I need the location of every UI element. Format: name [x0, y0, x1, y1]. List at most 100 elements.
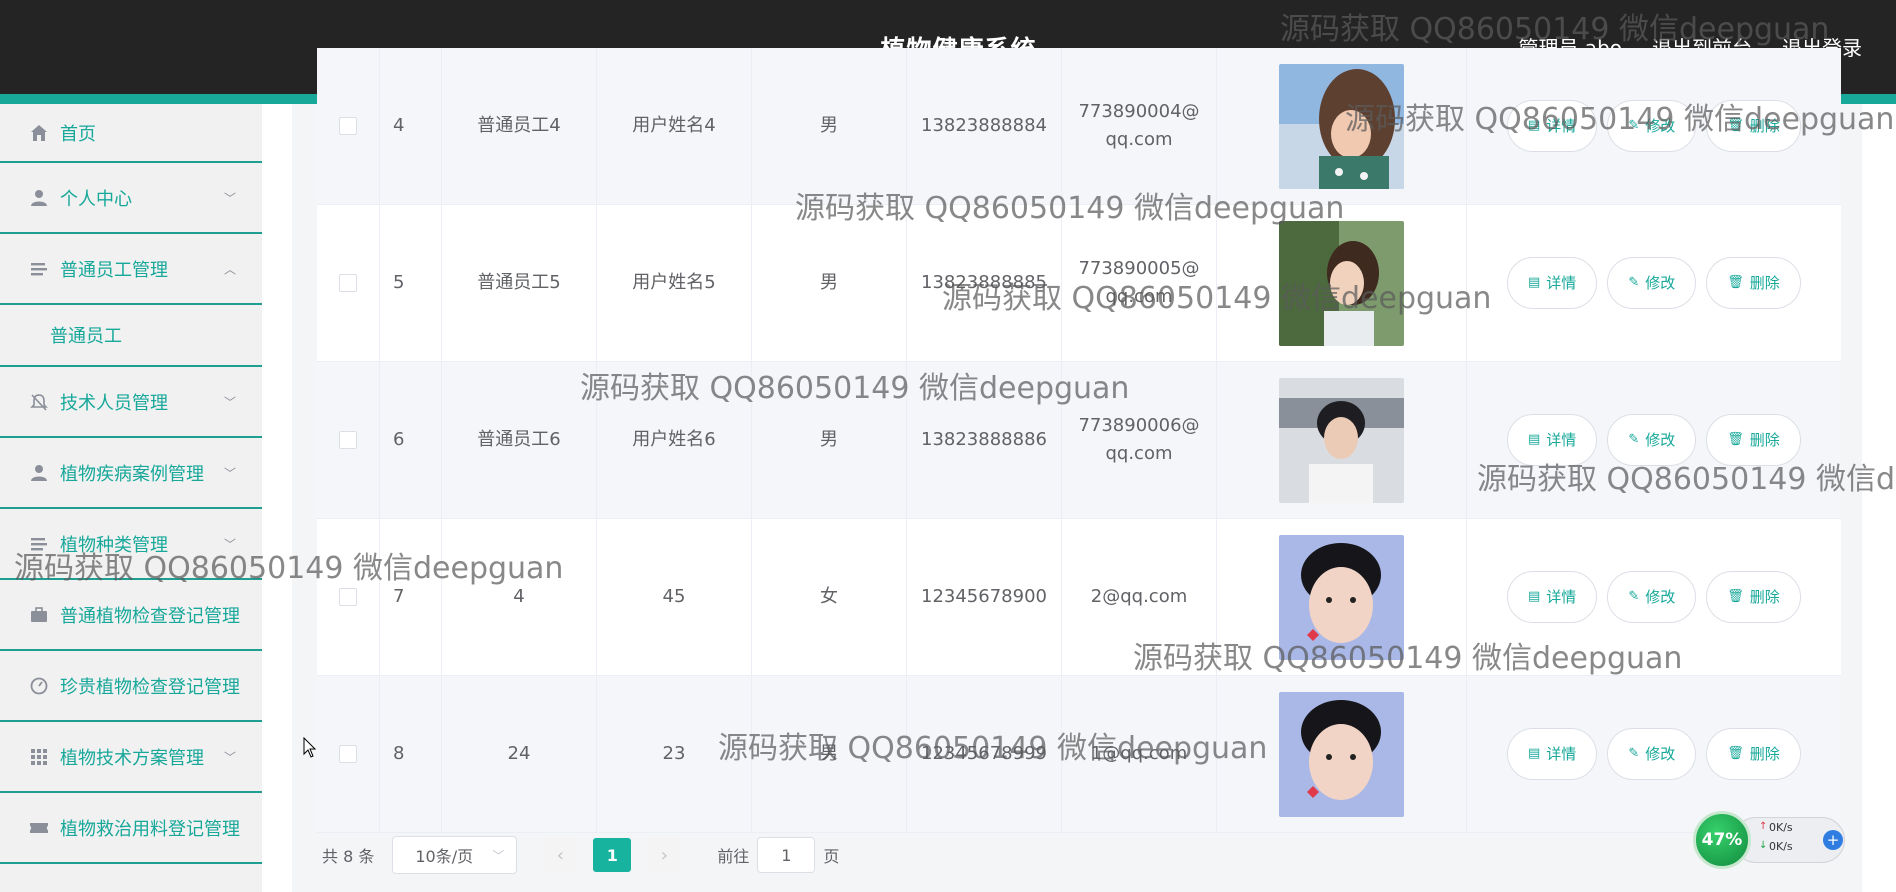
- row-index: 7: [380, 519, 442, 675]
- phone-cell: 12345678999: [907, 676, 1062, 832]
- table-row: 8 24 23 男 12345678999 1@qq.com ▤ 详情 ✎ 修改 🗑…: [317, 676, 1841, 833]
- download-speed: 0K/s: [1769, 840, 1793, 853]
- document-icon: ▤: [1528, 746, 1541, 761]
- username-cell: 45: [597, 519, 752, 675]
- account-cell: 24: [442, 676, 597, 832]
- page-size-select[interactable]: 10条/页 ﹀: [392, 836, 518, 874]
- sidebar-item-tech-plan-management[interactable]: 植物技术方案管理 ﹀: [0, 722, 262, 793]
- sidebar-item-label: 植物种类管理: [60, 534, 168, 556]
- download-arrow-icon: ↓: [1759, 840, 1768, 851]
- row-checkbox-cell: [317, 676, 380, 832]
- sidebar-item-technician-management[interactable]: 技术人员管理 ﹀: [0, 367, 262, 438]
- row-checkbox[interactable]: [339, 588, 357, 606]
- sidebar-item-disease-case-management[interactable]: 植物疾病案例管理 ﹀: [0, 438, 262, 509]
- actions-cell: ▤ 详情 ✎ 修改 🗑 删除: [1467, 205, 1841, 361]
- photo-cell: [1217, 205, 1467, 361]
- page-size-value: 10条/页: [415, 847, 474, 866]
- sidebar-item-label: 个人中心: [60, 188, 132, 210]
- photo-cell: [1217, 676, 1467, 832]
- detail-button[interactable]: ▤ 详情: [1507, 728, 1598, 780]
- page-number-button[interactable]: 1: [593, 838, 632, 872]
- goto-suffix: 页: [823, 847, 840, 866]
- boy-portrait-photo: [1279, 534, 1404, 660]
- detail-button[interactable]: ▤ 详情: [1507, 414, 1598, 466]
- sidebar-item-label: 植物疾病案例管理: [60, 463, 204, 485]
- edit-button[interactable]: ✎ 修改: [1607, 414, 1697, 466]
- upload-arrow-icon: ↑: [1759, 821, 1768, 832]
- sidebar-item-rare-plant-check[interactable]: 珍贵植物检查登记管理: [0, 651, 262, 722]
- document-icon: ▤: [1528, 275, 1541, 290]
- row-checkbox-cell: [317, 362, 380, 518]
- sidebar-item-staff-management[interactable]: 普通员工管理 ︿: [0, 234, 262, 305]
- trash-icon: 🗑: [1727, 275, 1744, 290]
- cursor-icon: [303, 737, 317, 758]
- delete-button[interactable]: 🗑 删除: [1706, 728, 1801, 780]
- network-speed-widget[interactable]: 47% ↑ ↓ 0K/s 0K/s +: [1693, 811, 1853, 869]
- edit-button[interactable]: ✎ 修改: [1607, 728, 1697, 780]
- sidebar-item-label: 珍贵植物检查登记管理: [60, 676, 240, 698]
- edit-button[interactable]: ✎ 修改: [1607, 571, 1697, 623]
- edit-icon: ✎: [1628, 432, 1640, 447]
- row-checkbox[interactable]: [339, 745, 357, 763]
- username-cell: 用户姓名5: [597, 205, 752, 361]
- email-cell: 773890004@qq.com: [1062, 48, 1217, 204]
- sidebar-item-rescue-material-management[interactable]: 植物救治用料登记管理: [0, 793, 262, 864]
- chevron-down-icon: ﹀: [223, 537, 236, 551]
- chevron-left-icon: ‹: [556, 844, 564, 866]
- trash-icon: 🗑: [1727, 118, 1744, 133]
- next-page-button[interactable]: ›: [647, 838, 682, 872]
- delete-button[interactable]: 🗑 删除: [1706, 100, 1801, 152]
- photo-cell: [1217, 519, 1467, 675]
- prev-page-button[interactable]: ‹: [543, 838, 578, 872]
- table-row: 6 普通员工6 用户姓名6 男 13823888886 773890006@qq…: [317, 362, 1841, 519]
- sidebar-subitem-staff[interactable]: 普通员工: [0, 305, 262, 367]
- trash-icon: 🗑: [1727, 432, 1744, 447]
- woman-outdoor-photo: [1279, 63, 1404, 189]
- sidebar-item-label: 普通员工管理: [60, 259, 168, 281]
- total-count: 共 8 条: [322, 847, 375, 866]
- edit-icon: ✎: [1628, 746, 1640, 761]
- list-icon: [28, 258, 50, 280]
- sidebar-item-personal-center[interactable]: 个人中心 ﹀: [0, 163, 262, 234]
- delete-button[interactable]: 🗑 删除: [1706, 257, 1801, 309]
- grid-icon: [28, 746, 50, 768]
- row-checkbox[interactable]: [339, 274, 357, 292]
- sidebar-menu: 首页 个人中心 ﹀ 普通员工管理 ︿ 普通员工 技术人员管理 ﹀ 植物疾病案例管…: [0, 104, 262, 892]
- young-man-photo: [1279, 377, 1404, 503]
- sidebar-item-label: 植物技术方案管理: [60, 747, 204, 769]
- sex-cell: 男: [752, 205, 907, 361]
- sidebar-item-home[interactable]: 首页: [0, 104, 262, 163]
- detail-button[interactable]: ▤ 详情: [1507, 100, 1598, 152]
- photo-cell: [1217, 362, 1467, 518]
- goto-page: 前往 页: [717, 837, 839, 873]
- account-cell: 4: [442, 519, 597, 675]
- table-row: 4 普通员工4 用户姓名4 男 13823888884 773890004@qq…: [317, 48, 1841, 205]
- user-icon: [28, 462, 50, 484]
- sidebar-item-label: 植物救治用料登记管理: [60, 818, 240, 840]
- delete-button[interactable]: 🗑 删除: [1706, 571, 1801, 623]
- sidebar-item-plant-species-management[interactable]: 植物种类管理 ﹀: [0, 509, 262, 580]
- home-icon: [28, 122, 50, 144]
- detail-button[interactable]: ▤ 详情: [1507, 257, 1598, 309]
- sex-cell: 男: [752, 676, 907, 832]
- chevron-down-icon: ﹀: [492, 848, 505, 863]
- sidebar-item-common-plant-check[interactable]: 普通植物检查登记管理: [0, 580, 262, 651]
- edit-button[interactable]: ✎ 修改: [1607, 257, 1697, 309]
- row-checkbox[interactable]: [339, 117, 357, 135]
- goto-page-input[interactable]: [757, 837, 816, 873]
- detail-button[interactable]: ▤ 详情: [1507, 571, 1598, 623]
- edit-button[interactable]: ✎ 修改: [1607, 100, 1697, 152]
- account-cell: 普通员工4: [442, 48, 597, 204]
- phone-cell: 13823888885: [907, 205, 1062, 361]
- actions-cell: ▤ 详情 ✎ 修改 🗑 删除: [1467, 676, 1841, 832]
- username-cell: 用户姓名4: [597, 48, 752, 204]
- sidebar-item-label: 技术人员管理: [60, 392, 168, 414]
- delete-button[interactable]: 🗑 删除: [1706, 414, 1801, 466]
- row-checkbox[interactable]: [339, 431, 357, 449]
- user-icon: [28, 187, 50, 209]
- list-icon: [28, 533, 50, 555]
- plus-icon[interactable]: +: [1823, 830, 1843, 850]
- briefcase-icon: [28, 604, 50, 626]
- photo-cell: [1217, 48, 1467, 204]
- ticket-icon: [28, 817, 50, 839]
